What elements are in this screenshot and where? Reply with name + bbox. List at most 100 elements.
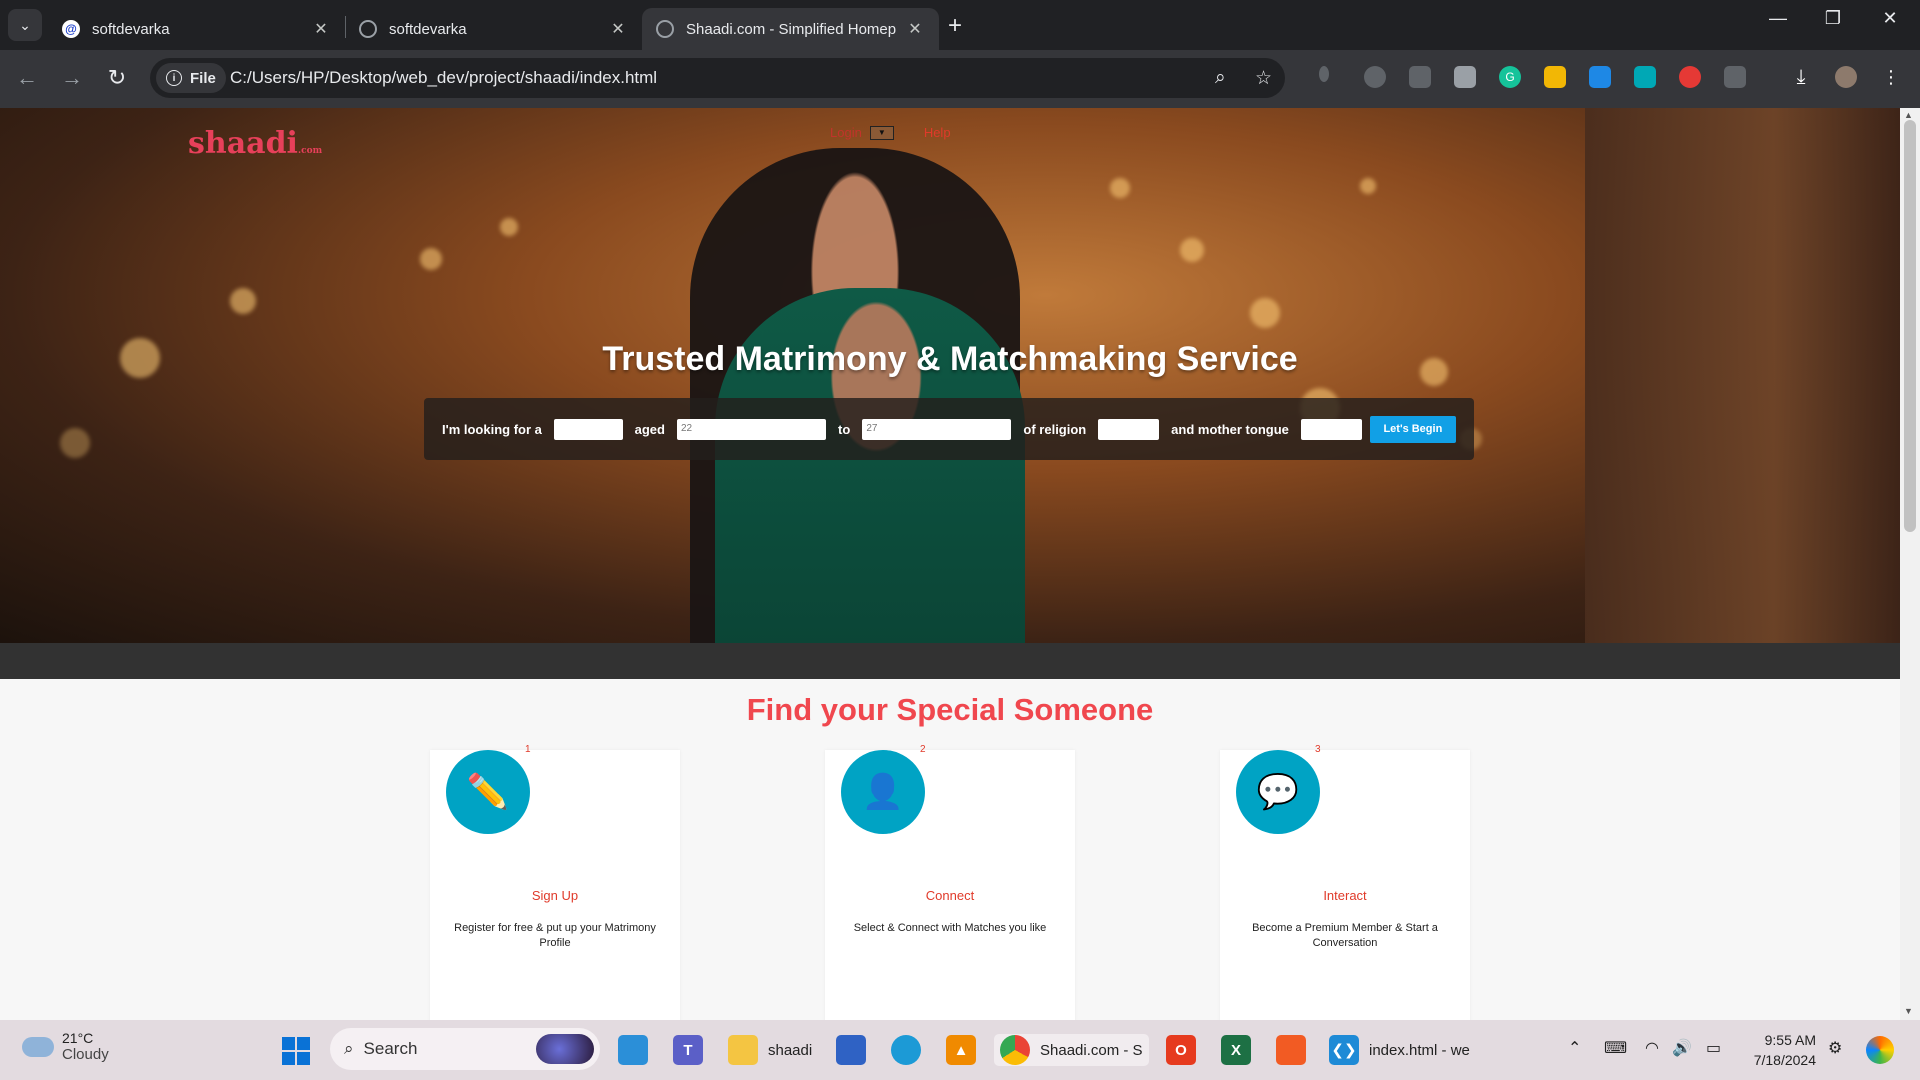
edge-icon [891,1035,921,1065]
help-link[interactable]: Help [924,125,951,140]
url-text[interactable]: C:/Users/HP/Desktop/web_dev/project/shaa… [230,68,657,88]
scroll-up-icon[interactable]: ▲ [1904,110,1913,120]
step-card-connect: 2 👤 Connect Select & Connect with Matche… [825,744,1075,1020]
taskbar-app[interactable]: ▲ [946,1034,976,1066]
reload-icon[interactable]: ↻ [102,65,132,91]
logo-suffix: .com [297,146,323,156]
religion-select[interactable] [1098,418,1160,440]
step-icon-circle: 👤 [841,750,925,834]
forward-icon[interactable]: → [57,65,87,91]
chat-bubble-icon: 💬 [1256,773,1300,811]
tab-shaadi[interactable]: Shaadi.com - Simplified Homep ✕ [642,8,939,50]
extension-icon[interactable] [1589,66,1611,88]
globe-icon [359,20,377,38]
windows-start-icon[interactable] [282,1037,310,1065]
religion-label: of religion [1023,421,1087,437]
teams-icon: T [673,1035,703,1065]
site-info-label: File [190,69,216,87]
taskbar-app[interactable] [1276,1034,1306,1066]
back-icon[interactable]: ← [12,65,42,91]
taskbar-app[interactable]: O [1166,1034,1196,1066]
age-from-input[interactable]: 22 [676,418,827,440]
wifi-icon[interactable]: ◠ [1645,1038,1659,1058]
tab-softdevarka-1[interactable]: @ softdevarka ✕ [48,8,345,50]
step-card-interact: 3 💬 Interact Become a Premium Member & S… [1220,744,1470,1020]
address-bar[interactable]: i File C:/Users/HP/Desktop/web_dev/proje… [150,58,1285,98]
age-to-input[interactable]: 27 [862,418,1012,440]
taskbar-app-chrome[interactable]: Shaadi.com - S [994,1034,1149,1066]
zoom-icon[interactable]: ⌕ [1215,67,1226,89]
store-icon [836,1035,866,1065]
battery-icon[interactable]: ▭ [1706,1038,1721,1058]
menu-kebab-icon[interactable]: ⋮ [1880,66,1902,88]
bookmark-star-icon[interactable]: ☆ [1255,67,1272,90]
step-description: Select & Connect with Matches you like [853,922,1047,934]
download-icon[interactable]: ⤓ [1790,66,1812,88]
vlc-icon: ▲ [946,1035,976,1065]
lets-begin-button[interactable]: Let's Begin [1369,415,1456,443]
step-description: Become a Premium Member & Start a Conver… [1252,922,1438,949]
page-scrollbar[interactable]: ▲ ▼ [1900,108,1920,1020]
chevron-down-icon[interactable]: ▼ [869,125,894,140]
mother-tongue-select[interactable] [1300,418,1362,440]
profile-avatar[interactable] [1835,66,1857,88]
close-tab-icon[interactable]: ✕ [905,19,925,39]
restore-icon[interactable]: ❐ [1813,8,1853,29]
tab-title: softdevarka [92,20,170,38]
office-icon: O [1166,1035,1196,1065]
site-info-chip[interactable]: i File [156,63,226,93]
scroll-down-icon[interactable]: ▼ [1904,1006,1913,1016]
tab-softdevarka-2[interactable]: softdevarka ✕ [345,8,642,50]
taskbar-app-explorer[interactable]: shaadi [728,1034,812,1066]
copilot-icon[interactable] [1866,1036,1894,1064]
notification-bell-icon[interactable]: ⚙ [1828,1038,1842,1058]
login-link[interactable]: Login [830,125,862,140]
taskbar-app[interactable]: T [673,1034,703,1066]
extension-icon[interactable] [1364,66,1386,88]
tab-search-menu-button[interactable]: ⌄ [8,9,42,41]
step-icon-circle: 💬 [1236,750,1320,834]
close-tab-icon[interactable]: ✕ [311,19,331,39]
minimize-icon[interactable]: — [1758,8,1798,29]
taskbar-app[interactable] [836,1034,866,1066]
chevron-up-icon[interactable]: ⌃ [1568,1038,1581,1058]
site-logo[interactable]: shaadi.com [188,126,322,161]
section-title: Find your Special Someone [746,692,1154,727]
new-tab-icon[interactable]: + [948,12,962,40]
grammarly-icon[interactable]: G [1499,66,1521,88]
tab-strip: ⌄ @ softdevarka ✕ softdevarka ✕ Shaadi.c… [0,0,1920,50]
user-icon: 👤 [861,773,905,811]
taskbar-app[interactable]: X [1221,1034,1251,1066]
scrollbar-thumb[interactable] [1904,120,1916,532]
puzzle-icon[interactable] [1724,66,1746,88]
app-label: Shaadi.com - S [1040,1041,1143,1059]
taskbar-app[interactable] [891,1034,921,1066]
extension-icon[interactable] [1634,66,1656,88]
looking-for-select[interactable] [553,418,623,440]
extension-icon[interactable] [1319,66,1329,82]
weather-widget[interactable]: 21°C Cloudy [22,1030,109,1063]
step-card-signup: 1 ✏️ Sign Up Register for free & put up … [430,744,680,1020]
taskbar-app[interactable] [618,1034,648,1066]
hero-divider-band [0,643,1900,679]
adblock-icon[interactable] [1679,66,1701,88]
folder-icon [728,1035,758,1065]
shield-icon[interactable] [1409,66,1431,88]
app-label: index.html - we [1369,1041,1470,1059]
close-window-icon[interactable]: ✕ [1870,8,1910,29]
mother-tongue-label: and mother tongue [1171,421,1289,437]
at-sign-icon: @ [62,20,80,38]
tab-title: Shaadi.com - Simplified Homep [686,20,897,38]
close-tab-icon[interactable]: ✕ [608,19,628,39]
taskbar-app-vscode[interactable]: ❮❯ index.html - we [1329,1034,1470,1066]
partner-search-bar: I'm looking for a aged 22 to 27 of relig… [424,398,1474,460]
globe-icon [656,20,674,38]
taskbar-search[interactable]: ⌕ Search [330,1028,600,1070]
extension-icon[interactable] [1544,66,1566,88]
volume-icon[interactable]: 🔊 [1672,1038,1692,1058]
extension-icon[interactable] [1454,66,1476,88]
pencil-icon: ✏️ [466,773,510,811]
system-clock[interactable]: 9:55 AM 7/18/2024 [1740,1030,1816,1070]
app-label: shaadi [768,1041,813,1059]
keyboard-icon[interactable]: ⌨ [1604,1038,1627,1058]
